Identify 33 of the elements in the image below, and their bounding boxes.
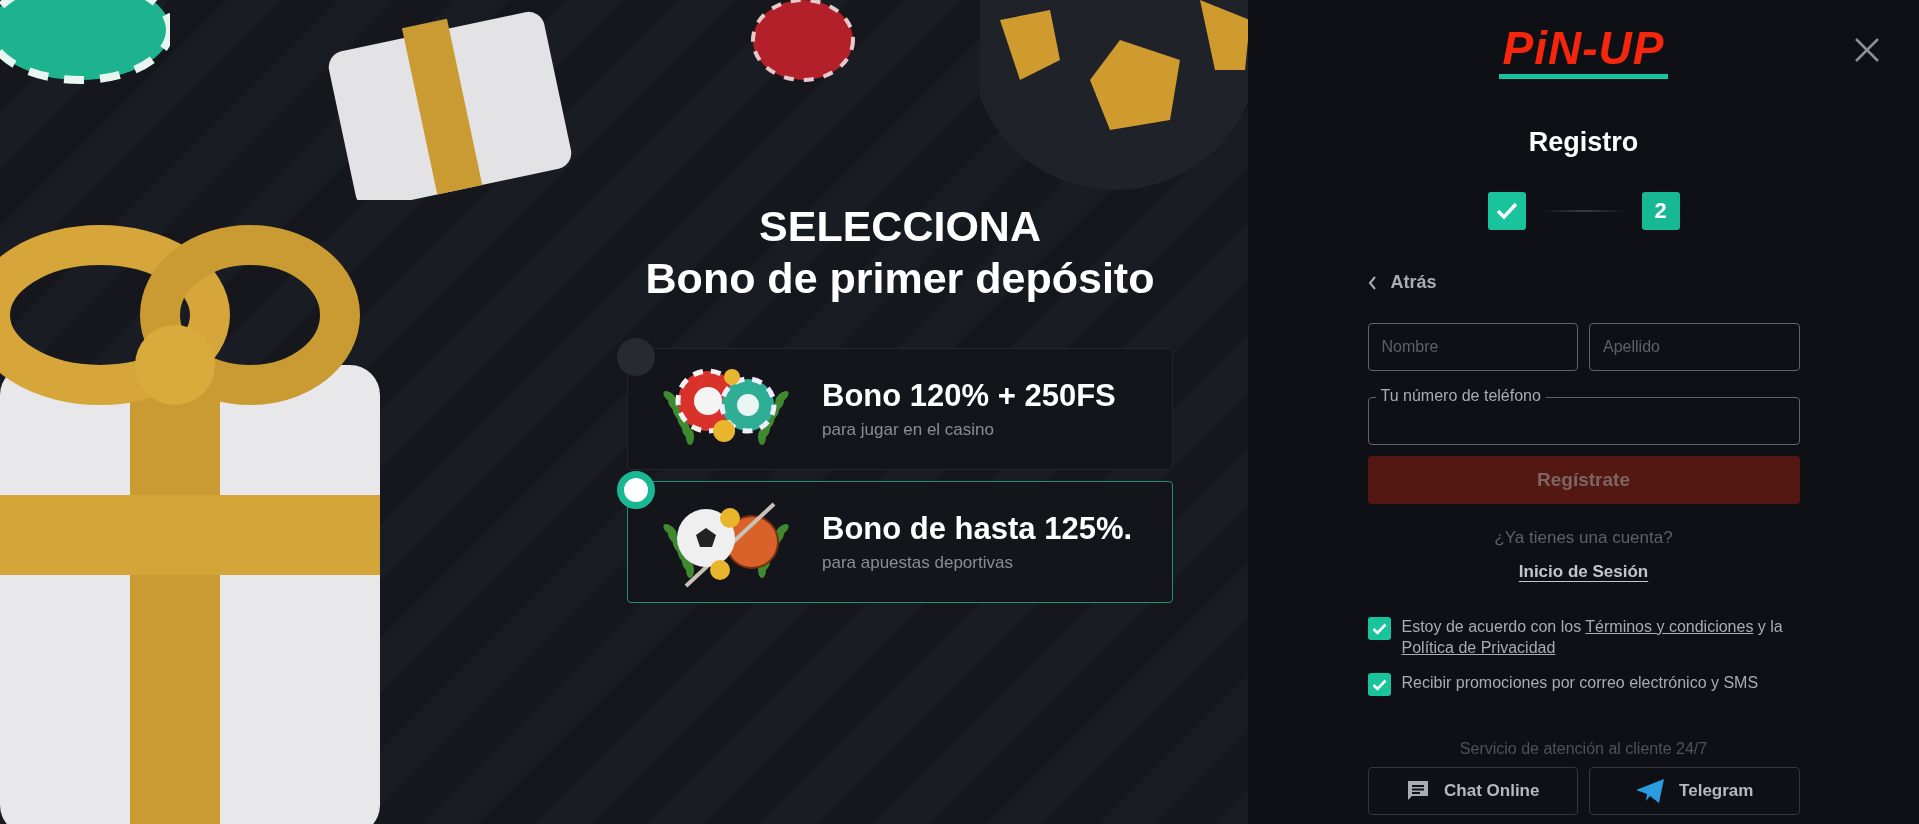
paper-plane-icon bbox=[1635, 778, 1666, 804]
chevron-left-icon bbox=[1367, 275, 1377, 290]
checkbox[interactable] bbox=[1367, 617, 1391, 640]
close-button[interactable] bbox=[1853, 36, 1881, 64]
back-link[interactable]: Atrás bbox=[1367, 272, 1437, 293]
account-question: ¿Ya tienes una cuenta? bbox=[1493, 528, 1674, 548]
terms-link[interactable]: Política de Privacidad bbox=[1401, 639, 1556, 656]
check-icon bbox=[1495, 202, 1518, 220]
bonus-title: Bono de hasta 125%. bbox=[822, 511, 1133, 547]
step-indicator: 2 bbox=[1641, 192, 1680, 230]
registration-title: Registro bbox=[1528, 127, 1639, 158]
support-caption: Servicio de atención al cliente 24/7 bbox=[1458, 740, 1709, 758]
telegram-button[interactable]: Telegram bbox=[1589, 767, 1800, 815]
terms-link[interactable]: Términos y condiciones bbox=[1585, 618, 1754, 635]
bonus-title: Bono 120% + 250FS bbox=[822, 378, 1116, 414]
text-input-field[interactable]: Apellido bbox=[1589, 323, 1800, 371]
check-icon bbox=[1371, 622, 1387, 635]
bonus-card[interactable]: Bono de hasta 125%. para apuestas deportivas bbox=[627, 481, 1173, 603]
bonus-card[interactable]: Bono 120% + 250FS para jugar en el casino bbox=[627, 348, 1173, 470]
text-input-field[interactable]: Nombre bbox=[1367, 323, 1578, 371]
checkbox[interactable] bbox=[1367, 673, 1391, 696]
chat-bubble-icon bbox=[1406, 779, 1431, 803]
promo-subtitle: Bono de primer depósito bbox=[645, 253, 1155, 304]
chat-button[interactable]: Chat Online bbox=[1367, 767, 1578, 815]
consent-text: Recibir promociones por correo electrónico y SMS bbox=[1401, 673, 1759, 693]
login-link[interactable]: Inicio de Sesión bbox=[1518, 562, 1649, 582]
brand-logo: PiN-UP bbox=[1498, 22, 1669, 79]
check-icon bbox=[1371, 678, 1387, 691]
radio-button[interactable] bbox=[617, 471, 655, 509]
consent-text: Estoy de acuerdo con los Términos y condiciones y la Política de Privacidad bbox=[1401, 617, 1784, 658]
promo-title: SELECCIONA bbox=[759, 201, 1041, 252]
bonus-description: para jugar en el casino bbox=[822, 420, 995, 440]
bonus-description: para apuestas deportivas bbox=[822, 553, 1014, 573]
